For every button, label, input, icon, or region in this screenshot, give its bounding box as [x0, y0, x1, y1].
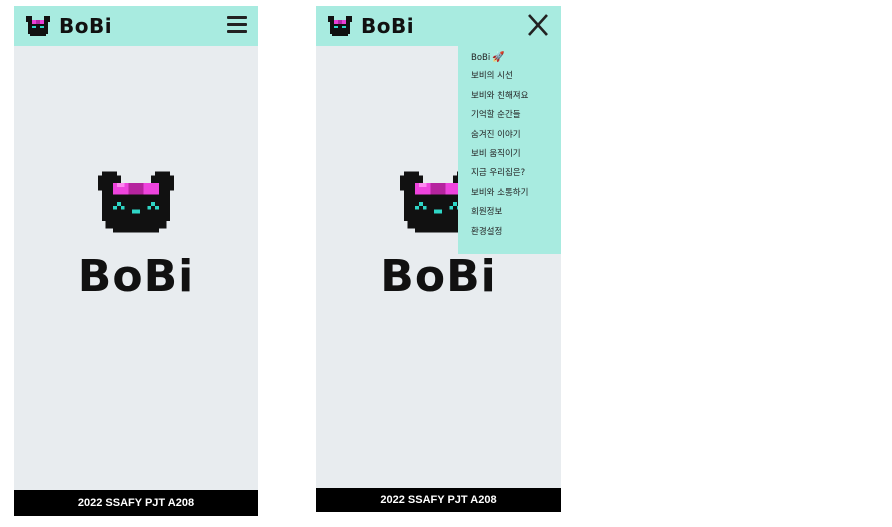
footer: 2022 SSAFY PJT A208: [14, 490, 258, 516]
app-screen-menu-open: BoBi BoBi BoBi 🚀 보비의 시선 보비와 친해져요 기억할 순간들…: [316, 6, 561, 512]
menu-item-moments[interactable]: 기억할 순간들: [471, 106, 528, 125]
menu-item-hidden-stories[interactable]: 숨겨진 이야기: [471, 126, 528, 145]
top-navbar: BoBi: [14, 6, 258, 46]
hero-section: BoBi: [14, 171, 258, 306]
app-screen-menu-closed: BoBi BoBi 2022 SSAFY PJT A208: [14, 6, 258, 516]
footer: 2022 SSAFY PJT A208: [316, 488, 561, 512]
menu-item-member-info[interactable]: 회원정보: [471, 203, 528, 222]
hero-title: BoBi: [380, 251, 497, 302]
footer-text: 2022 SSAFY PJT A208: [77, 497, 195, 509]
rocket-icon: 🚀: [492, 52, 505, 63]
footer-text: 2022 SSAFY PJT A208: [380, 494, 497, 506]
brand-home-link[interactable]: BoBi: [328, 13, 414, 39]
hero-title: BoBi: [77, 251, 195, 302]
bear-icon: [26, 16, 50, 36]
top-navbar: BoBi: [316, 6, 561, 46]
menu-item-settings[interactable]: 환경설정: [471, 223, 528, 242]
menu-item-bobi[interactable]: BoBi 🚀: [471, 48, 528, 67]
menu-item-bobi-view[interactable]: 보비의 시선: [471, 67, 528, 86]
menu-item-get-close[interactable]: 보비와 친해져요: [471, 87, 528, 106]
brand-name: BoBi: [361, 14, 415, 38]
brand-name: BoBi: [59, 14, 113, 38]
bear-icon: [328, 16, 352, 36]
menu-item-move-bobi[interactable]: 보비 움직이기: [471, 145, 528, 164]
bear-logo-icon: [98, 171, 174, 233]
menu-item-home-status[interactable]: 지금 우리집은?: [471, 164, 528, 183]
nav-dropdown-menu: BoBi 🚀 보비의 시선 보비와 친해져요 기억할 순간들 숨겨진 이야기 보비…: [458, 46, 561, 254]
brand-home-link[interactable]: BoBi: [26, 13, 112, 39]
close-icon[interactable]: [527, 12, 549, 38]
menu-item-communicate[interactable]: 보비와 소통하기: [471, 184, 528, 203]
hamburger-menu-icon[interactable]: [226, 14, 248, 36]
